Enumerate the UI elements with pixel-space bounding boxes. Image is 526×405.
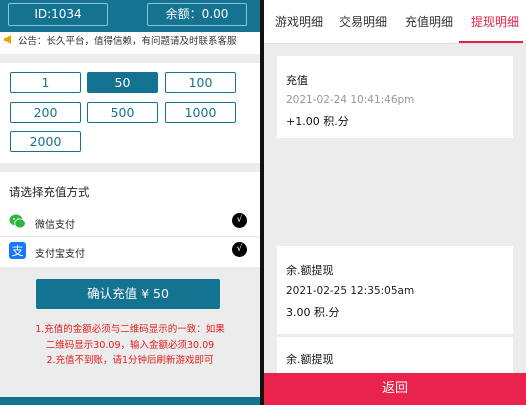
tab-trade-details[interactable]: 交易明细 — [339, 13, 387, 30]
payment-method-section: 请选择充值方式 微信支付 √ 支 支付宝支付 √ — [0, 172, 260, 267]
amount-option[interactable]: 500 — [87, 102, 158, 123]
alipay-icon: 支 — [9, 242, 26, 259]
amount-option[interactable]: 200 — [10, 102, 81, 123]
tip-line: 1.充值的金额必须与二维码显示的一致：如果 — [35, 324, 225, 335]
tab-game-details[interactable]: 游戏明细 — [275, 13, 323, 30]
account-header: ID:1034 余额：0.00 — [0, 0, 260, 32]
recharge-tips: 1.充值的金额必须与二维码显示的一致：如果 二维码显示30.09，输入金额必须3… — [0, 322, 260, 369]
record-title: 充值 — [286, 74, 308, 87]
record-time: 2021-02-24 10:41:46pm — [286, 94, 415, 106]
footer-bar — [0, 397, 260, 405]
announcement-bar: 公告：长久平台，值得信赖，有问题请及时联系客服 — [0, 32, 260, 54]
record-card: 余.额提现 2021-02-25 12:35:05am 3.00 积.分 — [277, 246, 513, 334]
amount-option[interactable]: 1 — [10, 72, 81, 93]
amount-option[interactable]: 1000 — [165, 102, 236, 123]
record-card: 充值 2021-02-24 10:41:46pm +1.00 积.分 — [277, 56, 513, 138]
payment-method-alipay[interactable]: 支 支付宝支付 √ — [0, 238, 260, 266]
wechat-icon — [9, 213, 26, 230]
back-button[interactable]: 返回 — [264, 373, 526, 405]
amount-options: 1 50 100 200 500 1000 2000 — [0, 63, 260, 163]
payment-method-wechat[interactable]: 微信支付 √ — [0, 209, 260, 237]
confirm-recharge-button[interactable]: 确认充值 ¥ 50 — [36, 279, 220, 309]
svg-text:支: 支 — [11, 244, 23, 258]
checkmark-icon[interactable]: √ — [232, 213, 247, 228]
record-card: 余.额提现 — [277, 337, 513, 377]
checkmark-icon[interactable]: √ — [232, 242, 247, 257]
record-value: +1.00 积.分 — [286, 115, 349, 128]
recharge-panel: ID:1034 余额：0.00 公告：长久平台，值得信赖，有问题请及时联系客服 … — [0, 0, 260, 405]
record-value: 3.00 积.分 — [286, 306, 340, 319]
record-title: 余.额提现 — [286, 353, 334, 366]
announcement-text: 公告：长久平台，值得信赖，有问题请及时联系客服 — [18, 36, 237, 47]
tab-recharge-details[interactable]: 充值明细 — [405, 13, 453, 30]
active-tab-indicator — [459, 41, 523, 43]
record-title: 余.额提现 — [286, 264, 334, 277]
tip-line: 2.充值不到账，请1分钟后刷新游戏即可 — [46, 355, 214, 366]
amount-option-selected[interactable]: 50 — [87, 72, 158, 93]
balance-badge: 余额：0.00 — [147, 3, 247, 26]
user-id-badge: ID:1034 — [8, 3, 108, 26]
payment-method-label: 微信支付 — [35, 220, 75, 231]
divider — [0, 236, 260, 237]
tip-line: 二维码显示30.09，输入金额必须30.09 — [45, 339, 215, 351]
megaphone-icon — [4, 32, 14, 52]
amount-option[interactable]: 100 — [165, 72, 236, 93]
records-panel: 游戏明细 交易明细 充值明细 提现明细 充值 2021-02-24 10:41:… — [264, 0, 526, 405]
record-time: 2021-02-25 12:35:05am — [286, 285, 415, 297]
payment-method-label: 支付宝支付 — [35, 249, 85, 260]
payment-method-title: 请选择充值方式 — [9, 185, 90, 199]
tab-withdraw-details[interactable]: 提现明细 — [471, 13, 519, 30]
record-tabs: 游戏明细 交易明细 充值明细 提现明细 — [264, 0, 526, 44]
amount-option[interactable]: 2000 — [10, 131, 81, 152]
